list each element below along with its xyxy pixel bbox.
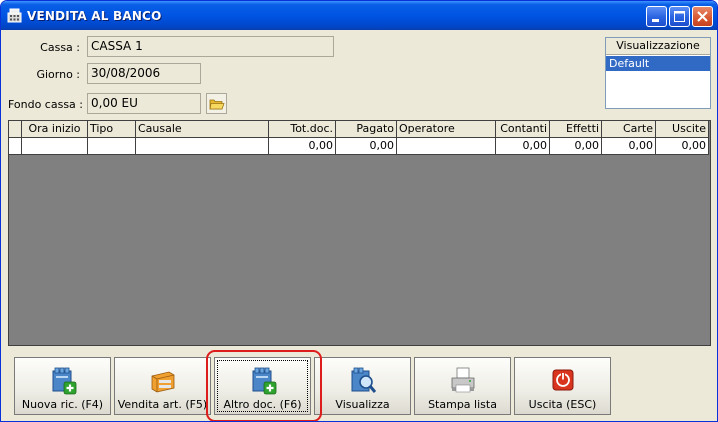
col-uscite[interactable]: Uscite — [656, 121, 709, 138]
cassa-label: Cassa : — [40, 41, 80, 54]
grid-corner — [9, 121, 22, 138]
title-bar[interactable]: VENDITA AL BANCO — [1, 1, 717, 30]
col-carte[interactable]: Carte — [602, 121, 656, 138]
visualizzazione-item-default[interactable]: Default — [606, 56, 710, 71]
table-row[interactable]: 0,00 0,00 0,00 0,00 0,00 0,00 — [9, 138, 709, 155]
folder-search-icon — [351, 367, 376, 393]
browse-button[interactable] — [206, 93, 227, 114]
vendita-articolo-label: Vendita art. (F5) — [117, 398, 208, 411]
stampa-lista-button[interactable]: Stampa lista — [414, 357, 511, 415]
fondo-cassa-label: Fondo cassa : — [7, 98, 83, 111]
maximize-icon — [674, 11, 685, 22]
folder-add-icon — [52, 367, 76, 395]
col-operatore[interactable]: Operatore — [397, 121, 496, 138]
giorno-field[interactable]: 30/08/2006 — [87, 63, 201, 84]
product-box-icon — [151, 371, 174, 393]
cell-causale[interactable] — [136, 138, 269, 155]
col-ora-inizio[interactable]: Ora inizio — [22, 121, 88, 138]
cell-ora-inizio[interactable] — [22, 138, 88, 155]
cell-uscite[interactable]: 0,00 — [656, 138, 709, 155]
printer-icon — [451, 367, 474, 393]
highlight-annotation — [206, 350, 322, 421]
vendita-articolo-button[interactable]: Vendita art. (F5) — [114, 357, 211, 415]
maximize-button[interactable] — [669, 6, 690, 27]
visualizza-label: Visualizza — [335, 398, 390, 411]
uscita-label: Uscita (ESC) — [528, 398, 597, 411]
col-effetti[interactable]: Effetti — [550, 121, 602, 138]
nuova-ricevuta-button[interactable]: Nuova ric. (F4) — [14, 357, 111, 415]
cell-tot-doc[interactable]: 0,00 — [269, 138, 336, 155]
window-title: VENDITA AL BANCO — [27, 9, 162, 23]
visualizza-button[interactable]: Visualizza — [314, 357, 411, 415]
row-indicator — [9, 138, 22, 155]
vendita-window: VENDITA AL BANCO Cassa : CASSA 1 Giorno … — [0, 0, 718, 422]
col-contanti[interactable]: Contanti — [496, 121, 550, 138]
cell-carte[interactable]: 0,00 — [602, 138, 656, 155]
app-icon — [7, 8, 22, 23]
minimize-button[interactable] — [646, 6, 667, 27]
close-icon — [697, 11, 708, 22]
visualizzazione-header: Visualizzazione — [606, 38, 710, 55]
col-tipo[interactable]: Tipo — [88, 121, 136, 138]
stampa-lista-label: Stampa lista — [428, 398, 497, 411]
grid-header-row: Ora inizio Tipo Causale Tot.doc. Pagato … — [9, 121, 709, 138]
col-causale[interactable]: Causale — [136, 121, 269, 138]
cell-pagato[interactable]: 0,00 — [336, 138, 397, 155]
cell-operatore[interactable] — [397, 138, 496, 155]
close-button[interactable] — [692, 6, 713, 27]
col-tot-doc[interactable]: Tot.doc. — [269, 121, 336, 138]
giorno-label: Giorno : — [36, 68, 80, 81]
cell-effetti[interactable]: 0,00 — [550, 138, 602, 155]
nuova-ricevuta-label: Nuova ric. (F4) — [21, 398, 104, 411]
fondo-cassa-field[interactable]: 0,00 EU — [87, 93, 201, 114]
power-icon — [552, 369, 573, 391]
visualizzazione-list[interactable]: Visualizzazione Default — [605, 37, 711, 109]
cell-tipo[interactable] — [88, 138, 136, 155]
uscita-button[interactable]: Uscita (ESC) — [514, 357, 611, 415]
cassa-field[interactable]: CASSA 1 — [87, 36, 334, 57]
minimize-icon — [652, 19, 659, 22]
documents-grid[interactable]: Ora inizio Tipo Causale Tot.doc. Pagato … — [8, 120, 711, 346]
folder-open-icon — [209, 99, 225, 110]
cell-contanti[interactable]: 0,00 — [496, 138, 550, 155]
col-pagato[interactable]: Pagato — [336, 121, 397, 138]
